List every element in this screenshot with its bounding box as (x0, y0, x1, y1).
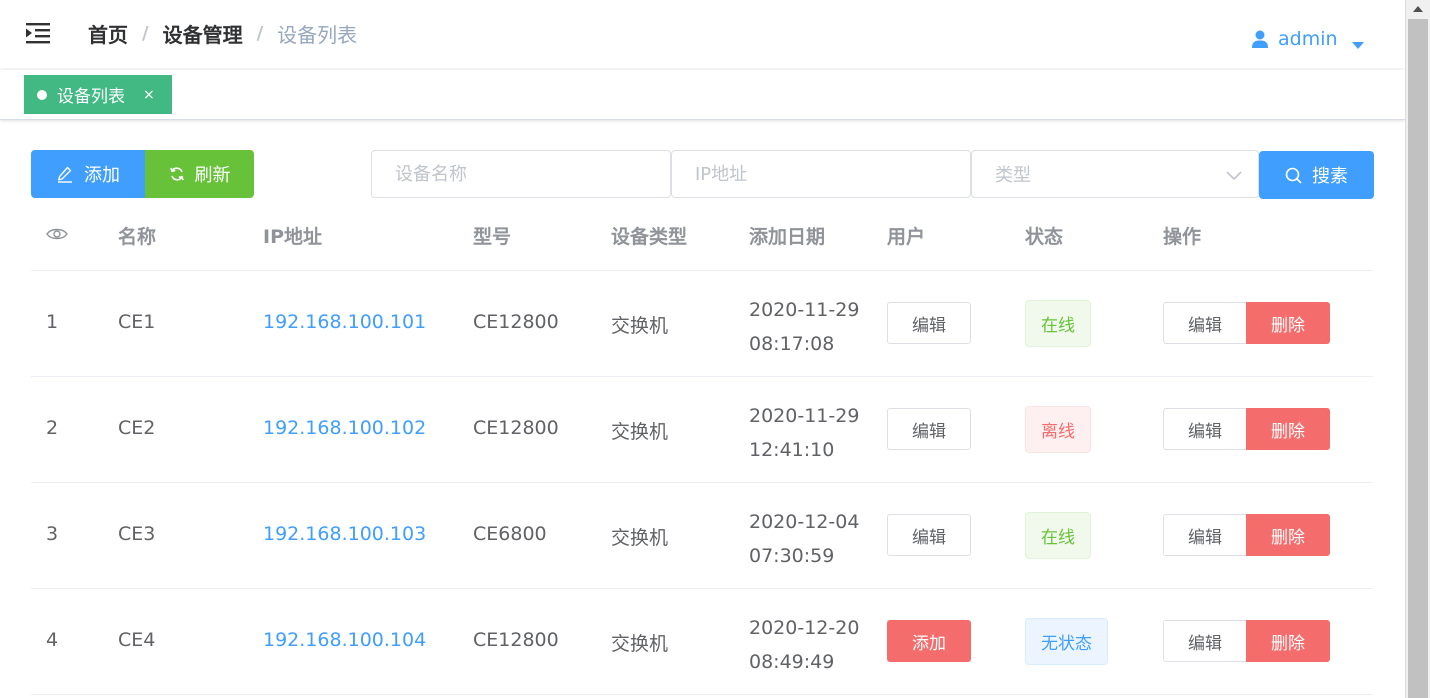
add-button-label: 添加 (84, 165, 120, 186)
scroll-up-arrow-icon[interactable] (1413, 6, 1423, 12)
delete-button[interactable]: 删除 (1246, 620, 1330, 662)
refresh-icon (169, 167, 184, 181)
column-header-actions: 操作 (1163, 226, 1202, 248)
time-value: 12:41:10 (749, 439, 835, 461)
user-icon (1252, 30, 1268, 48)
column-header-name: 名称 (118, 226, 157, 248)
device-added-date: 2020-12-04 07:30:59 (749, 505, 859, 573)
tag-label: 设备列表 (57, 87, 125, 107)
edit-button[interactable]: 编辑 (1163, 302, 1247, 344)
row-index: 3 (46, 523, 59, 545)
device-name: CE1 (118, 311, 156, 333)
user-edit-button[interactable]: 编辑 (887, 408, 971, 450)
device-model: CE6800 (473, 523, 547, 545)
edit-button[interactable]: 编辑 (1163, 620, 1247, 662)
date-value: 2020-12-04 (749, 511, 860, 533)
delete-button[interactable]: 删除 (1246, 408, 1330, 450)
delete-button[interactable]: 删除 (1246, 302, 1330, 344)
device-name: CE2 (118, 417, 156, 439)
breadcrumb-device-management[interactable]: 设备管理 (163, 19, 243, 48)
row-index: 2 (46, 417, 59, 439)
time-value: 08:49:49 (749, 651, 835, 673)
column-header-device-type: 设备类型 (611, 226, 688, 248)
status-badge: 无状态 (1025, 618, 1108, 665)
date-value: 2020-12-20 (749, 617, 860, 639)
edit-button[interactable]: 编辑 (1163, 514, 1247, 556)
device-ip-link[interactable]: 192.168.100.103 (263, 523, 426, 545)
status-badge: 在线 (1025, 300, 1091, 347)
type-select[interactable]: 类型 (971, 150, 1259, 198)
device-type: 交换机 (611, 633, 669, 655)
tag-device-list[interactable]: 设备列表 × (24, 75, 172, 114)
date-value: 2020-11-29 (749, 299, 860, 321)
table-row: 4 CE4 192.168.100.104 CE12800 交换机 2020-1… (31, 589, 1373, 695)
table-row: 2 CE2 192.168.100.102 CE12800 交换机 2020-1… (31, 377, 1373, 483)
breadcrumb-separator: / (142, 23, 149, 44)
table-row: 3 CE3 192.168.100.103 CE6800 交换机 2020-12… (31, 483, 1373, 589)
row-index: 1 (46, 311, 59, 333)
breadcrumb: 首页 / 设备管理 / 设备列表 (88, 19, 357, 48)
close-icon[interactable]: × (143, 87, 155, 103)
date-value: 2020-11-29 (749, 405, 860, 427)
device-added-date: 2020-12-20 08:49:49 (749, 611, 859, 679)
user-dropdown[interactable]: admin (1252, 28, 1364, 50)
device-type: 交换机 (611, 527, 669, 549)
ip-address-input[interactable] (671, 150, 971, 198)
active-dot-icon (37, 89, 47, 100)
chevron-down-icon (1226, 171, 1242, 181)
tags-view: 设备列表 × (0, 70, 1405, 120)
table-row: 1 CE1 192.168.100.101 CE12800 交换机 2020-1… (31, 271, 1373, 377)
breadcrumb-home[interactable]: 首页 (88, 19, 128, 48)
device-added-date: 2020-11-29 12:41:10 (749, 399, 859, 467)
edit-button[interactable]: 编辑 (1163, 408, 1247, 450)
edit-icon (58, 166, 72, 183)
device-model: CE12800 (473, 629, 559, 651)
status-badge: 离线 (1025, 406, 1091, 453)
vertical-scrollbar[interactable] (1405, 0, 1430, 698)
refresh-button[interactable]: 刷新 (145, 150, 254, 198)
device-added-date: 2020-11-29 08:17:08 (749, 293, 859, 361)
breadcrumb-separator: / (256, 23, 264, 44)
caret-down-icon (1351, 41, 1364, 49)
column-header-model: 型号 (473, 226, 512, 248)
device-name: CE4 (118, 629, 156, 651)
time-value: 07:30:59 (749, 545, 835, 567)
refresh-button-label: 刷新 (194, 165, 231, 186)
column-header-ip: IP地址 (263, 226, 322, 248)
device-table: 名称 IP地址 型号 设备类型 添加日期 用户 状态 操作 1 CE1 192.… (31, 200, 1373, 695)
user-edit-button[interactable]: 编辑 (887, 514, 971, 556)
navbar: 首页 / 设备管理 / 设备列表 admin (0, 0, 1405, 68)
column-header-date: 添加日期 (749, 226, 826, 248)
user-add-button[interactable]: 添加 (887, 620, 971, 662)
device-ip-link[interactable]: 192.168.100.102 (263, 417, 426, 439)
search-button[interactable]: 搜素 (1259, 151, 1374, 199)
device-type: 交换机 (611, 315, 669, 337)
device-ip-link[interactable]: 192.168.100.101 (263, 311, 426, 333)
device-type: 交换机 (611, 421, 669, 443)
device-model: CE12800 (473, 311, 559, 333)
add-button[interactable]: 添加 (31, 150, 145, 198)
eye-icon[interactable] (46, 224, 68, 246)
device-name: CE3 (118, 523, 156, 545)
hamburger-menu-icon[interactable] (26, 22, 52, 44)
time-value: 08:17:08 (749, 333, 835, 355)
scrollbar-thumb[interactable] (1408, 19, 1428, 698)
search-icon (1285, 167, 1302, 184)
column-header-user: 用户 (887, 226, 926, 248)
status-badge: 在线 (1025, 512, 1091, 559)
delete-button[interactable]: 删除 (1246, 514, 1330, 556)
user-edit-button[interactable]: 编辑 (887, 302, 971, 344)
breadcrumb-current: 设备列表 (277, 23, 358, 47)
username: admin (1278, 28, 1338, 50)
type-select-placeholder: 类型 (995, 165, 1031, 186)
column-header-status: 状态 (1025, 226, 1064, 248)
table-header: 名称 IP地址 型号 设备类型 添加日期 用户 状态 操作 (31, 200, 1373, 271)
device-name-input[interactable] (371, 150, 671, 198)
search-button-label: 搜素 (1312, 166, 1348, 187)
device-model: CE12800 (473, 417, 559, 439)
device-ip-link[interactable]: 192.168.100.104 (263, 629, 426, 651)
row-index: 4 (46, 629, 59, 651)
